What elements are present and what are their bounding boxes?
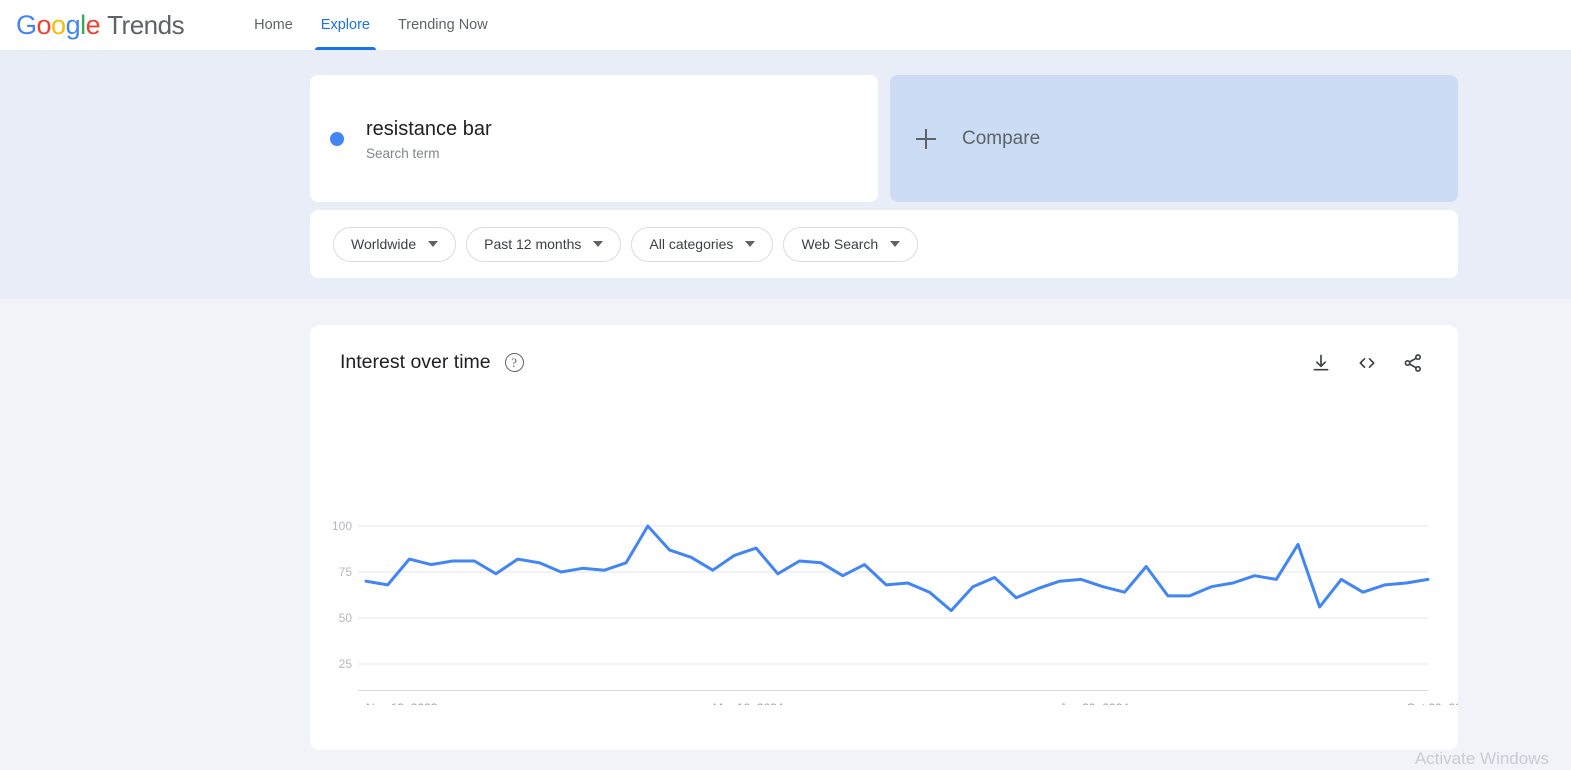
y-axis-tick-label: 100 [332, 519, 352, 533]
chart-title-wrap: Interest over time ? [340, 351, 524, 374]
filter-time-range-label: Past 12 months [484, 236, 582, 252]
y-axis-tick-label: 75 [339, 565, 353, 579]
chart-actions [1310, 352, 1424, 374]
x-axis-tick-label: Nov 19, 2023 [366, 701, 438, 705]
interest-over-time-plot[interactable]: 25 50 75 100 Nov 19, 2023 Mar 10, 2024 Jun 30,… [310, 445, 1458, 705]
x-axis-tick-label: Jun 30, 2024 [1060, 701, 1130, 705]
share-icon[interactable] [1402, 352, 1424, 374]
search-term-type: Search term [366, 146, 440, 161]
series-color-dot [330, 131, 344, 146]
help-icon[interactable]: ? [504, 353, 524, 372]
nav-item-trending-now[interactable]: Trending Now [384, 0, 502, 50]
watermark-line-1: Activate Windows [1414, 749, 1549, 768]
filter-bar: Worldwide Past 12 months All categories … [310, 210, 1458, 278]
y-axis-tick-label: 25 [339, 657, 353, 671]
windows-activation-watermark: Activate Windows [1415, 748, 1549, 770]
plus-icon [916, 128, 936, 149]
query-row: resistance bar Search term Compare [310, 75, 1458, 202]
interest-over-time-card: Interest over time ? 25 50 75 100 [310, 325, 1458, 750]
google-trends-logo[interactable]: Google Trends [16, 9, 185, 41]
chevron-down-icon [890, 241, 901, 247]
x-axis-tick-label: Oct 20, 2024 [1406, 701, 1458, 705]
filter-location-label: Worldwide [351, 236, 417, 252]
download-icon[interactable] [1310, 352, 1332, 374]
compare-button[interactable]: Compare [890, 75, 1458, 202]
chevron-down-icon [593, 241, 604, 247]
filter-time-range[interactable]: Past 12 months [466, 226, 622, 262]
page-content: resistance bar Search term Compare World… [0, 50, 1571, 764]
filter-category-label: All categories [649, 236, 734, 252]
search-term-value: resistance bar [366, 118, 492, 140]
x-axis-tick-label: Mar 10, 2024 [713, 701, 784, 705]
filter-location[interactable]: Worldwide [333, 226, 457, 262]
trends-wordmark: Trends [107, 9, 185, 40]
search-term-text: resistance bar Search term [366, 116, 492, 161]
embed-icon[interactable] [1356, 352, 1378, 374]
series-line-resistance-bar [364, 524, 1430, 613]
nav-item-explore[interactable]: Explore [307, 0, 384, 50]
filter-search-type[interactable]: Web Search [783, 226, 919, 262]
top-navigation-bar: Google Trends Home Explore Trending Now [0, 0, 1571, 50]
filter-search-type-label: Web Search [801, 236, 879, 252]
y-axis-tick-label: 50 [339, 611, 353, 625]
main-nav: Home Explore Trending Now [240, 0, 502, 50]
search-term-card[interactable]: resistance bar Search term [310, 75, 878, 202]
chart-title: Interest over time [340, 351, 491, 373]
chevron-down-icon [428, 241, 439, 247]
nav-item-home[interactable]: Home [240, 0, 307, 50]
compare-label: Compare [962, 127, 1041, 149]
filter-category[interactable]: All categories [631, 226, 774, 262]
chevron-down-icon [745, 241, 756, 247]
chart-header: Interest over time ? [310, 325, 1458, 374]
google-wordmark: Google [16, 9, 101, 40]
